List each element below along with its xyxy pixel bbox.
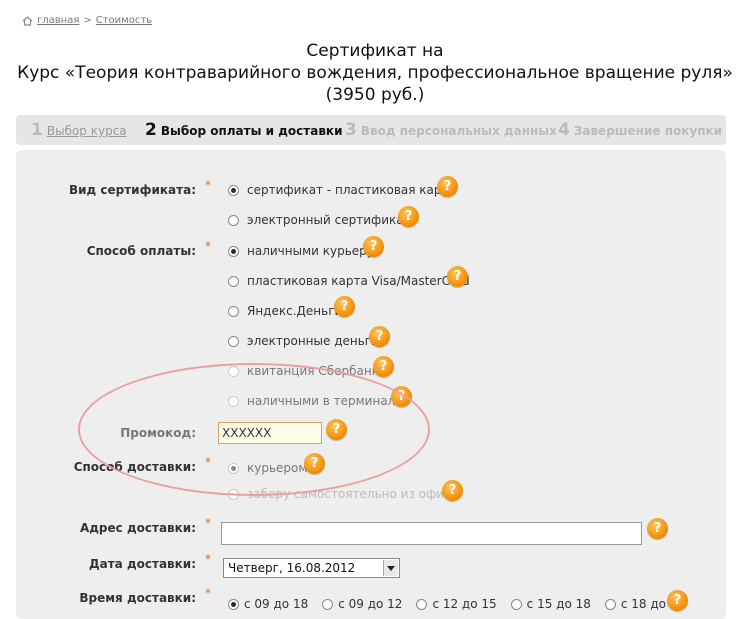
chevron-down-icon[interactable]: [383, 560, 398, 576]
title-line-1: Сертификат на: [306, 41, 444, 61]
payment-option-yandex[interactable]: Яндекс.Деньги: [228, 304, 342, 318]
help-icon[interactable]: ?: [398, 206, 419, 227]
help-icon[interactable]: ?: [667, 590, 688, 611]
option-label: электронный сертификат: [247, 213, 411, 227]
date-label: Дата доставки:: [88, 557, 196, 571]
date-select[interactable]: Четверг, 16.08.2012: [223, 558, 400, 578]
required-mark: *: [205, 552, 211, 566]
step-number: 4: [558, 120, 570, 140]
radio-button[interactable]: [322, 598, 334, 610]
cert-option-plastic[interactable]: сертификат - пластиковая карта: [228, 183, 456, 197]
option-label: с 09 до 12: [338, 597, 403, 611]
time-label: Время доставки:: [79, 591, 196, 605]
option-label: электронные деньги: [247, 334, 379, 348]
radio-button[interactable]: [228, 275, 239, 287]
help-icon[interactable]: ?: [647, 518, 668, 539]
option-label: с 15 до 18: [526, 597, 591, 611]
step-number: 2: [145, 120, 157, 140]
help-icon[interactable]: ?: [373, 356, 394, 377]
breadcrumb-separator: >: [83, 15, 92, 26]
breadcrumb: главная > Стоимость: [22, 15, 152, 26]
time-option-09-12[interactable]: с 09 до 12: [322, 597, 402, 611]
step-1[interactable]: 1 Выбор курса: [31, 115, 127, 145]
step-label[interactable]: Выбор курса: [47, 124, 127, 138]
payment-label: Способ оплаты:: [86, 244, 196, 258]
payment-option-emoney[interactable]: электронные деньги: [228, 334, 379, 348]
help-icon[interactable]: ?: [334, 296, 355, 317]
option-label: Яндекс.Деньги: [247, 304, 343, 318]
required-mark: *: [205, 178, 211, 192]
help-icon[interactable]: ?: [363, 236, 384, 257]
step-label: Завершение покупки: [573, 124, 723, 138]
radio-button[interactable]: [228, 245, 239, 257]
option-label: с 09 до 18: [244, 597, 309, 611]
step-4: 4 Завершение покупки: [558, 115, 722, 145]
title-line-3: (3950 руб.): [325, 85, 425, 105]
time-option-09-18[interactable]: с 09 до 18: [228, 597, 308, 611]
radio-button[interactable]: [510, 598, 522, 610]
cert-type-label: Вид сертификата:: [68, 183, 196, 197]
step-label: Выбор оплаты и доставки: [160, 124, 343, 138]
radio-button[interactable]: [228, 184, 239, 196]
help-icon[interactable]: ?: [369, 326, 390, 347]
required-mark: *: [205, 586, 211, 600]
step-number: 3: [345, 120, 357, 140]
option-label: сертификат - пластиковая карта: [247, 183, 456, 197]
help-icon[interactable]: ?: [447, 266, 468, 287]
payment-option-card[interactable]: пластиковая карта Visa/MasterCard: [228, 274, 470, 288]
radio-button[interactable]: [416, 598, 428, 610]
page-title: Сертификат на Курс «Теория контраварийно…: [0, 40, 750, 106]
breadcrumb-current-link[interactable]: Стоимость: [96, 15, 152, 26]
title-line-2: Курс «Теория контраварийного вождения, п…: [17, 63, 733, 83]
breadcrumb-home-link[interactable]: главная: [37, 15, 79, 26]
address-label: Адрес доставки:: [79, 521, 196, 535]
required-mark: *: [205, 239, 211, 253]
help-icon[interactable]: ?: [437, 176, 458, 197]
option-label: наличными курьеру: [247, 244, 374, 258]
radio-button[interactable]: [228, 335, 239, 347]
radio-button[interactable]: [604, 598, 616, 610]
time-option-12-15[interactable]: с 12 до 15: [416, 597, 497, 611]
cert-option-electronic[interactable]: электронный сертификат: [228, 213, 411, 227]
option-label: пластиковая карта Visa/MasterCard: [247, 274, 470, 288]
help-icon[interactable]: ?: [442, 480, 463, 501]
time-options: с 09 до 18 с 09 до 12 с 12 до 15 с 15 до…: [228, 597, 685, 611]
home-icon: [22, 15, 33, 26]
option-label: с 12 до 15: [432, 597, 497, 611]
radio-button[interactable]: [228, 305, 239, 317]
steps-bar: 1 Выбор курса 2 Выбор оплаты и доставки 3В…: [16, 115, 726, 145]
step-3: 3 Ввод персональных данных: [345, 115, 557, 145]
highlight-oval: [78, 363, 430, 496]
payment-option-courier[interactable]: наличными курьеру: [228, 244, 374, 258]
address-input[interactable]: [221, 522, 642, 545]
step-number: 1: [31, 120, 43, 140]
required-mark: *: [205, 516, 211, 530]
radio-button[interactable]: [228, 214, 239, 226]
step-label: Ввод персональных данных: [360, 124, 557, 138]
time-option-15-18[interactable]: с 15 до 18: [510, 597, 591, 611]
date-value: Четверг, 16.08.2012: [228, 561, 356, 575]
radio-button[interactable]: [228, 598, 239, 610]
step-2: 2 Выбор оплаты и доставки: [145, 115, 342, 145]
